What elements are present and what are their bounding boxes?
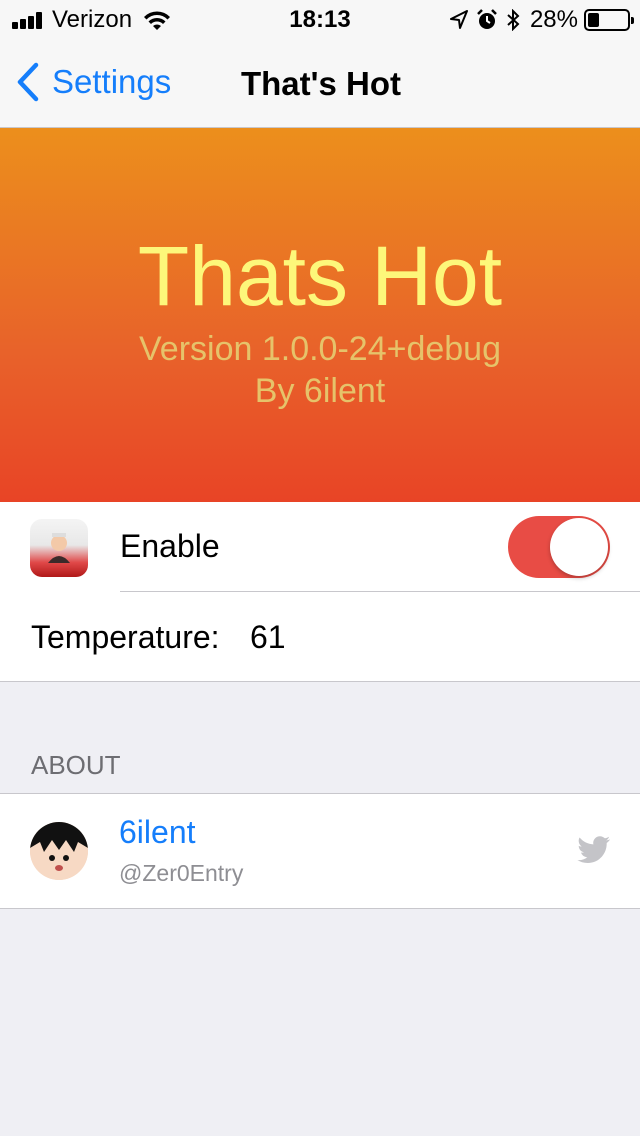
settings-group: Enable Temperature: 61 <box>0 502 640 682</box>
battery-percent: 28% <box>529 6 578 33</box>
status-right: 28% <box>442 6 634 34</box>
author-handle: @Zer0Entry <box>119 860 244 886</box>
alarm-icon <box>477 9 497 29</box>
page-title: That's Hot <box>240 65 401 102</box>
author-name: 6ilent <box>119 814 196 850</box>
tweak-app-icon <box>30 519 88 577</box>
enable-row: Enable <box>0 502 640 592</box>
location-icon <box>449 10 468 29</box>
banner-version: Version 1.0.0-24+debug <box>138 330 501 368</box>
bluetooth-icon <box>507 9 520 31</box>
battery-level <box>588 13 599 27</box>
toggle-knob <box>550 518 608 576</box>
avatar <box>30 822 88 880</box>
author-row[interactable]: 6ilent @Zer0Entry <box>0 793 640 909</box>
enable-toggle[interactable] <box>508 516 610 578</box>
temperature-value[interactable]: 61 <box>250 619 286 656</box>
header-banner: Thats Hot Version 1.0.0-24+debug By 6ile… <box>0 128 640 502</box>
banner-title: Thats Hot <box>137 229 503 323</box>
battery-icon <box>584 9 634 31</box>
navigation-bar: Settings That's Hot <box>0 40 640 128</box>
temperature-row[interactable]: Temperature: 61 <box>0 592 640 682</box>
twitter-icon <box>577 836 610 863</box>
enable-label: Enable <box>120 528 220 564</box>
banner-author: By 6ilent <box>254 372 386 410</box>
status-bar: Verizon 18:13 28% <box>0 0 640 40</box>
about-section-header: ABOUT <box>31 750 121 780</box>
temperature-label: Temperature: <box>31 619 220 655</box>
